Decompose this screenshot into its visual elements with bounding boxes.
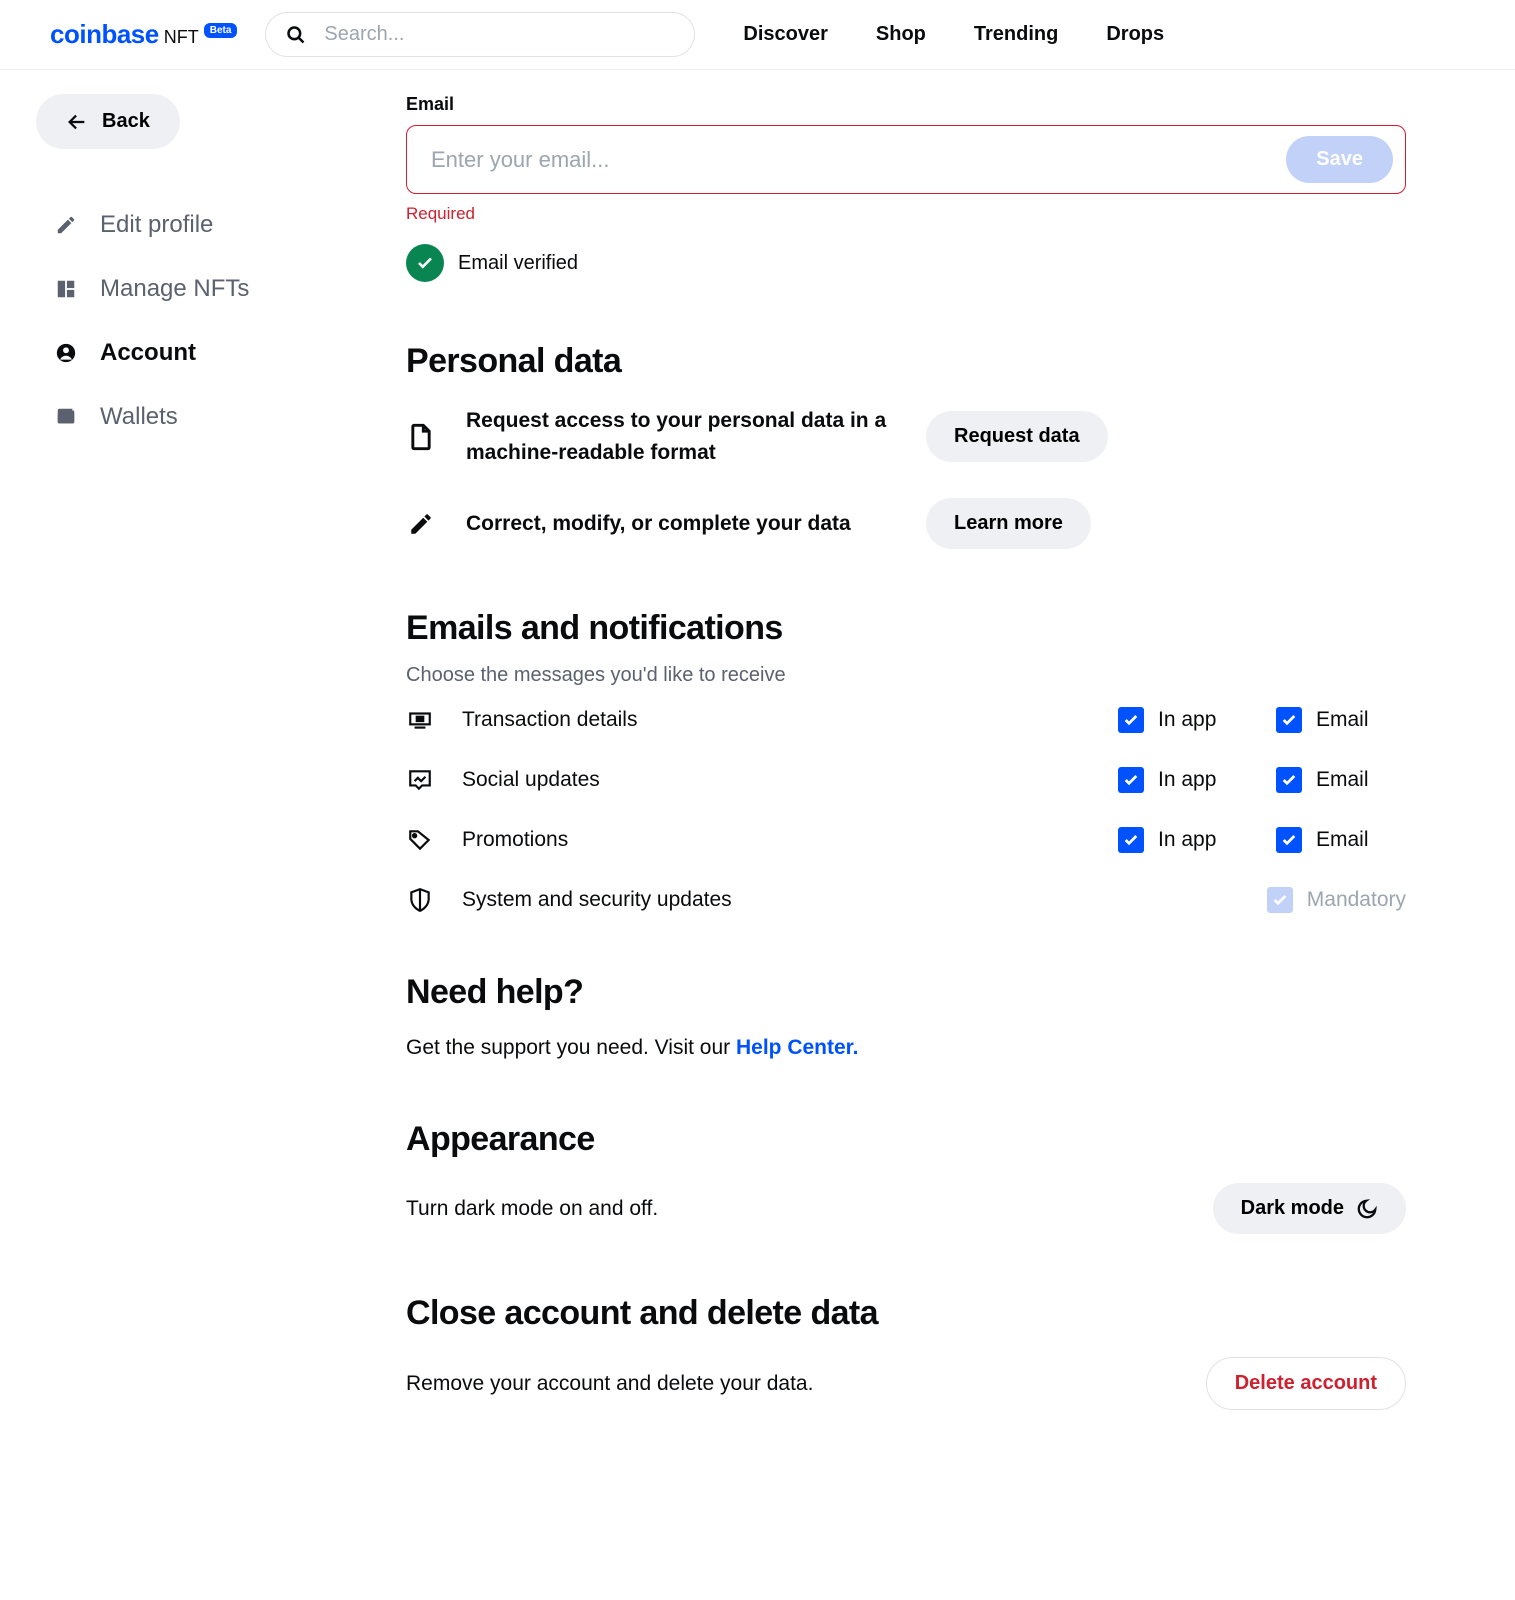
notif-label: Promotions — [462, 828, 1090, 852]
receipt-icon — [406, 707, 434, 733]
arrow-left-icon — [66, 111, 88, 133]
pencil-icon — [54, 213, 78, 237]
checkbox-email-social[interactable] — [1276, 767, 1302, 793]
main-content: Email Save Required Email verified Perso… — [406, 94, 1406, 1410]
request-data-button[interactable]: Request data — [926, 411, 1108, 462]
email-verified-row: Email verified — [406, 244, 1406, 282]
sidebar-item-label: Manage NFTs — [100, 275, 249, 303]
sidebar-item-label: Edit profile — [100, 211, 213, 239]
tag-icon — [406, 827, 434, 853]
logo-main: coinbase — [50, 19, 159, 50]
sidebar-item-label: Account — [100, 339, 196, 367]
notif-row-promotions: Promotions In app Email — [406, 827, 1406, 853]
notif-row-transaction: Transaction details In app Email — [406, 707, 1406, 733]
email-verified-text: Email verified — [458, 252, 578, 275]
notif-row-social: Social updates In app Email — [406, 767, 1406, 793]
learn-more-button[interactable]: Learn more — [926, 498, 1091, 549]
sidebar-item-edit-profile[interactable]: Edit profile — [36, 193, 406, 257]
search-icon — [286, 25, 306, 45]
sidebar-item-label: Wallets — [100, 403, 178, 431]
correct-data-row: Correct, modify, or complete your data L… — [406, 498, 1406, 549]
user-icon — [54, 341, 78, 365]
save-email-button[interactable]: Save — [1286, 136, 1393, 183]
back-button[interactable]: Back — [36, 94, 180, 149]
checkbox-label-inapp: In app — [1158, 708, 1216, 732]
email-error: Required — [406, 204, 1406, 224]
help-heading: Need help? — [406, 973, 1406, 1012]
checkbox-label-email: Email — [1316, 708, 1369, 732]
checkbox-inapp-transaction[interactable] — [1118, 707, 1144, 733]
beta-badge: Beta — [204, 23, 238, 38]
checkbox-label-email: Email — [1316, 828, 1369, 852]
sidebar-item-wallets[interactable]: Wallets — [36, 385, 406, 449]
sidebar: Back Edit profile Manage NFTs Account Wa… — [36, 94, 406, 1410]
sidebar-item-account[interactable]: Account — [36, 321, 406, 385]
correct-data-text: Correct, modify, or complete your data — [466, 508, 896, 540]
email-label: Email — [406, 94, 1406, 115]
help-text: Get the support you need. Visit our Help… — [406, 1036, 1406, 1060]
close-account-row: Remove your account and delete your data… — [406, 1357, 1406, 1410]
document-icon — [406, 423, 436, 451]
search-input[interactable] — [324, 23, 674, 46]
checkbox-mandatory-system — [1267, 887, 1293, 913]
checkbox-label-mandatory: Mandatory — [1307, 888, 1406, 912]
close-account-text: Remove your account and delete your data… — [406, 1372, 813, 1396]
help-text-prefix: Get the support you need. Visit our — [406, 1036, 736, 1059]
notif-label: System and security updates — [462, 888, 1239, 912]
search-box[interactable] — [265, 12, 695, 57]
checkbox-email-transaction[interactable] — [1276, 707, 1302, 733]
sidebar-item-manage-nfts[interactable]: Manage NFTs — [36, 257, 406, 321]
nav-shop[interactable]: Shop — [876, 23, 926, 46]
chat-icon — [406, 767, 434, 793]
request-data-text: Request access to your personal data in … — [466, 405, 896, 468]
notifications-heading: Emails and notifications — [406, 609, 1406, 648]
appearance-heading: Appearance — [406, 1120, 1406, 1159]
shield-icon — [406, 887, 434, 913]
dark-mode-label: Dark mode — [1241, 1197, 1344, 1220]
nav-links: Discover Shop Trending Drops — [743, 23, 1164, 46]
request-data-row: Request access to your personal data in … — [406, 405, 1406, 468]
notif-label: Social updates — [462, 768, 1090, 792]
help-center-link[interactable]: Help Center. — [736, 1036, 859, 1059]
personal-data-heading: Personal data — [406, 342, 1406, 381]
check-circle-icon — [406, 244, 444, 282]
checkbox-inapp-social[interactable] — [1118, 767, 1144, 793]
logo[interactable]: coinbase NFT Beta — [50, 19, 237, 50]
checkbox-inapp-promotions[interactable] — [1118, 827, 1144, 853]
delete-account-button[interactable]: Delete account — [1206, 1357, 1406, 1410]
notif-row-system: System and security updates Mandatory — [406, 887, 1406, 913]
grid-icon — [54, 277, 78, 301]
nav-drops[interactable]: Drops — [1106, 23, 1164, 46]
checkbox-email-promotions[interactable] — [1276, 827, 1302, 853]
appearance-row: Turn dark mode on and off. Dark mode — [406, 1183, 1406, 1234]
edit-icon — [406, 511, 436, 537]
checkbox-label-inapp: In app — [1158, 828, 1216, 852]
checkbox-label-email: Email — [1316, 768, 1369, 792]
moon-icon — [1356, 1198, 1378, 1220]
top-header: coinbase NFT Beta Discover Shop Trending… — [0, 0, 1515, 70]
close-account-heading: Close account and delete data — [406, 1294, 1406, 1333]
notifications-sub: Choose the messages you'd like to receiv… — [406, 664, 1406, 687]
checkbox-label-inapp: In app — [1158, 768, 1216, 792]
appearance-text: Turn dark mode on and off. — [406, 1197, 658, 1221]
notif-label: Transaction details — [462, 708, 1090, 732]
nav-discover[interactable]: Discover — [743, 23, 828, 46]
email-input[interactable] — [431, 147, 1276, 173]
email-input-wrapper: Save — [406, 125, 1406, 194]
nav-trending[interactable]: Trending — [974, 23, 1058, 46]
logo-nft: NFT — [164, 27, 199, 48]
wallet-icon — [54, 405, 78, 429]
dark-mode-button[interactable]: Dark mode — [1213, 1183, 1406, 1234]
back-label: Back — [102, 110, 150, 133]
